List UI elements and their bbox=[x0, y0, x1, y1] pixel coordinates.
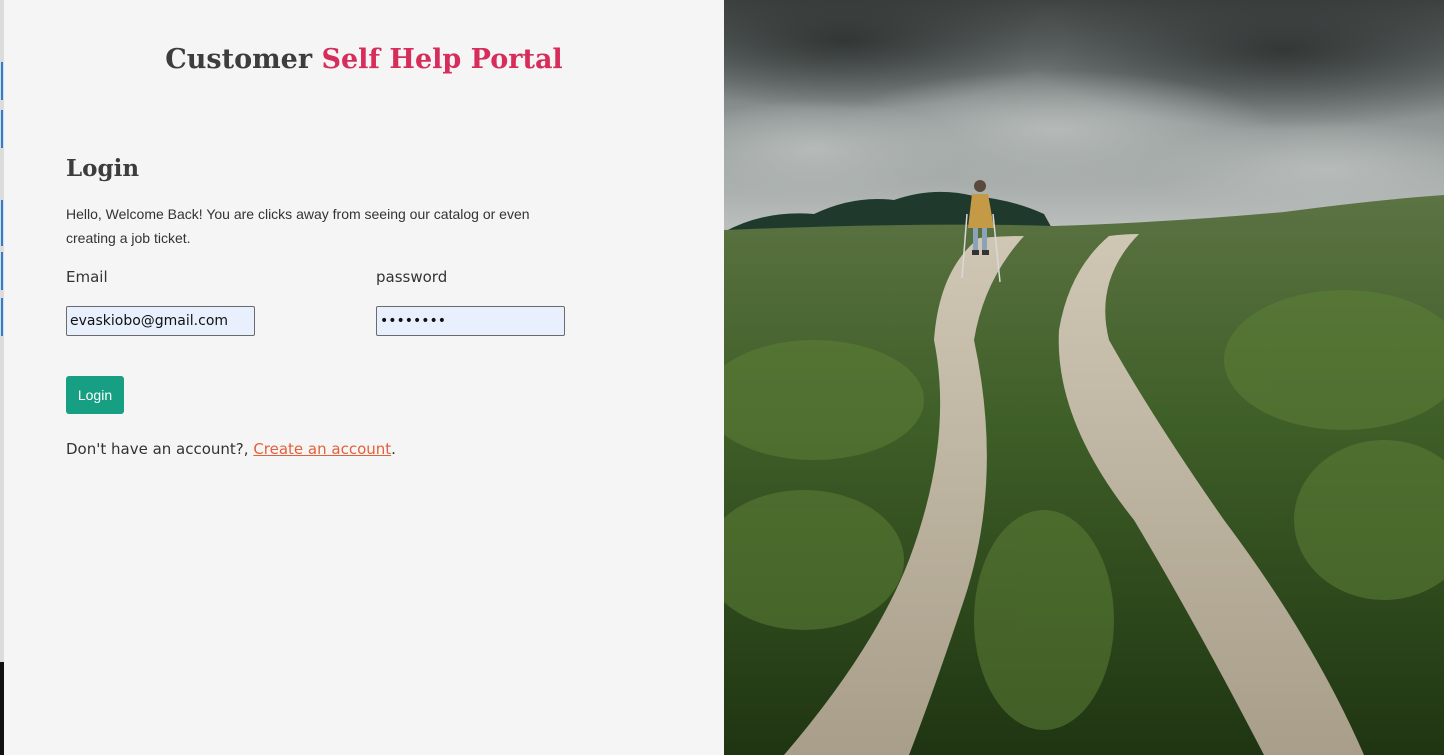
portal-title-accent: Self Help Portal bbox=[321, 44, 563, 75]
create-account-link[interactable]: Create an account bbox=[253, 440, 391, 458]
login-button[interactable]: Login bbox=[66, 376, 124, 414]
login-page: Customer Self Help Portal Login Hello, W… bbox=[0, 0, 1444, 755]
portal-title-main: Customer bbox=[165, 44, 313, 75]
password-field[interactable] bbox=[376, 306, 565, 336]
signup-prompt: Don't have an account?, Create an accoun… bbox=[66, 440, 396, 458]
welcome-message: Hello, Welcome Back! You are clicks away… bbox=[66, 206, 530, 246]
edge-marker bbox=[1, 298, 3, 336]
edge-marker bbox=[1, 62, 3, 100]
edge-marker bbox=[1, 110, 3, 148]
signup-prompt-suffix: . bbox=[391, 440, 396, 458]
signup-prompt-text: Don't have an account?, bbox=[66, 440, 254, 458]
edge-marker bbox=[1, 200, 3, 246]
hero-image-graphic bbox=[724, 0, 1444, 755]
password-label: password bbox=[376, 268, 448, 286]
login-form-panel: Customer Self Help Portal Login Hello, W… bbox=[4, 0, 724, 755]
edge-marker bbox=[1, 252, 3, 290]
portal-title: Customer Self Help Portal bbox=[4, 44, 724, 75]
hero-image bbox=[724, 0, 1444, 755]
email-label: Email bbox=[66, 268, 108, 286]
login-heading: Login bbox=[66, 155, 140, 182]
email-field[interactable] bbox=[66, 306, 255, 336]
